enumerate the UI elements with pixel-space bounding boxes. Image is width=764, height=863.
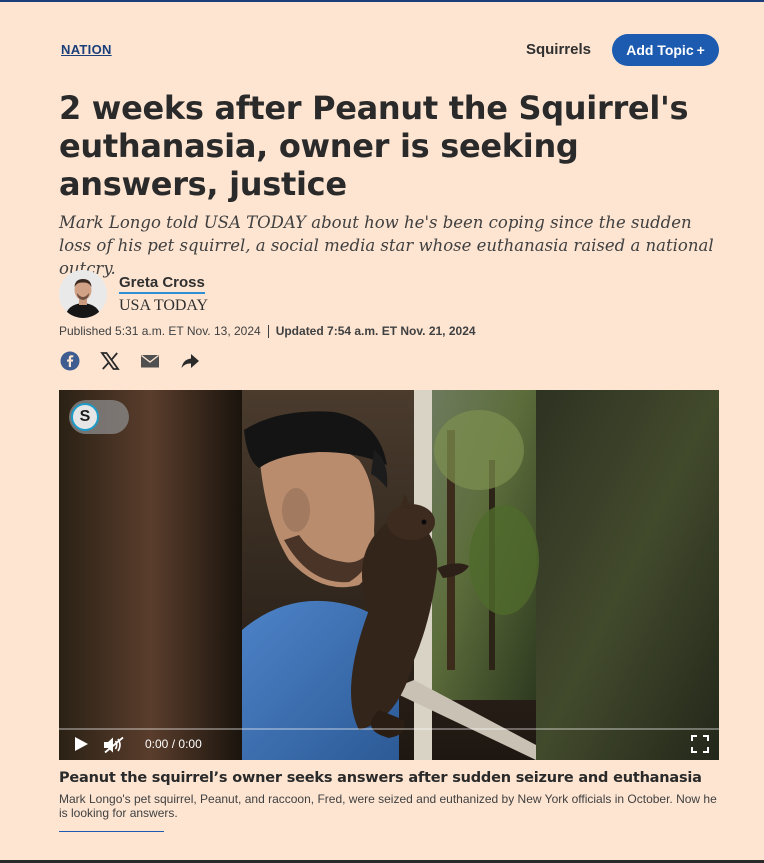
video-time-current: 0:00 — [145, 737, 169, 751]
video-thumbnail — [59, 390, 719, 760]
article-headline: 2 weeks after Peanut the Squirrel's euth… — [59, 89, 689, 203]
brand-badge: S — [71, 403, 99, 431]
date-divider — [267, 324, 269, 338]
article-dek: Mark Longo told USA TODAY about how he's… — [59, 213, 714, 278]
caption-divider — [59, 831, 164, 832]
publication-name: USA TODAY — [119, 297, 209, 314]
video-player[interactable]: S 0:00 / 0:00 — [59, 390, 719, 760]
add-topic-label: Add Topic — [626, 42, 694, 58]
video-time: 0:00 / 0:00 — [145, 737, 202, 751]
topic-row: NATION Squirrels Add Topic + — [59, 34, 719, 66]
article-dates: Published 5:31 a.m. ET Nov. 13, 2024 Upd… — [59, 324, 476, 338]
brand-toggle[interactable]: S — [69, 400, 129, 434]
published-date: Published 5:31 a.m. ET Nov. 13, 2024 — [59, 324, 261, 338]
video-progress-bar[interactable] — [59, 728, 719, 730]
author-avatar[interactable] — [59, 270, 107, 318]
video-caption-title: Peanut the squirrel’s owner seeks answer… — [59, 770, 702, 786]
topic-name[interactable]: Squirrels — [526, 41, 591, 58]
top-border — [0, 0, 764, 2]
video-caption-text: Mark Longo's pet squirrel, Peanut, and r… — [59, 792, 717, 820]
add-topic-button[interactable]: Add Topic + — [612, 34, 719, 66]
play-icon[interactable] — [73, 736, 89, 757]
author-name-link[interactable]: Greta Cross — [119, 274, 205, 294]
fullscreen-icon[interactable] — [691, 735, 709, 758]
facebook-icon[interactable] — [59, 350, 81, 372]
video-time-separator: / — [171, 737, 176, 751]
plus-icon: + — [696, 42, 705, 58]
share-arrow-icon[interactable] — [179, 350, 201, 372]
video-time-total: 0:00 — [178, 737, 202, 751]
updated-date: Updated 7:54 a.m. ET Nov. 21, 2024 — [275, 324, 476, 338]
x-icon[interactable] — [99, 350, 121, 372]
section-link-nation[interactable]: NATION — [61, 42, 112, 57]
muted-speaker-icon[interactable] — [103, 736, 127, 759]
video-controls: 0:00 / 0:00 — [59, 728, 719, 760]
email-icon[interactable] — [139, 350, 161, 372]
